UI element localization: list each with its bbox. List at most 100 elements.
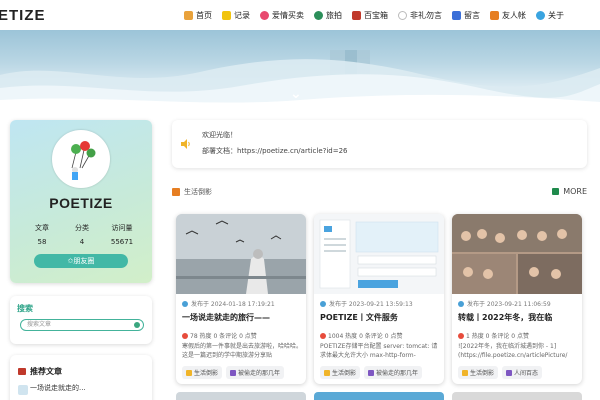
nav-item-message[interactable]: 留言 (452, 10, 480, 21)
tag-icon (506, 369, 513, 376)
nav-item-label: 非礼勿言 (410, 10, 442, 20)
article-card-partial[interactable] (314, 392, 444, 400)
stat-visits: 访问量 55671 (104, 223, 140, 246)
heat-icon (320, 332, 326, 339)
stat-value: 4 (79, 238, 85, 246)
tag-label: 人间百态 (514, 370, 539, 377)
search-title: 搜索 (17, 304, 33, 313)
article-counts-text: 1004 热度 0 条评论 0 点赞 (328, 333, 403, 340)
article-date-text: 发布于 2024-01-18 17:19:21 (191, 301, 275, 308)
article-counts: 1004 热度 0 条评论 0 点赞 (320, 331, 402, 340)
tag-icon (230, 369, 237, 376)
article-card[interactable]: 发布于 2024-01-18 17:19:21 一场说走就走的旅行—— 78 热… (176, 214, 306, 384)
toolbox-icon (352, 10, 361, 20)
nav-item-record[interactable]: 记录 (222, 10, 250, 21)
nav-item-home[interactable]: 首页 (184, 10, 212, 21)
search-card: 搜索 搜索文章 (10, 296, 152, 344)
article-tags: 生活倒影 被偷走的那几年 (320, 366, 426, 379)
tag-label: 生活倒影 (332, 370, 357, 377)
tag-label: 生活倒影 (470, 370, 495, 377)
nav-item-friends[interactable]: 友人帐 (490, 10, 526, 21)
stat-label: 访问量 (111, 224, 133, 232)
nav-item-love[interactable]: 爱情买卖 (260, 10, 304, 21)
more-icon (552, 188, 560, 195)
article-title[interactable]: POETIZE丨文件服务 (320, 312, 442, 323)
nav-item-about[interactable]: 关于 (536, 10, 564, 21)
tag-topic[interactable]: 人间百态 (502, 366, 543, 379)
chat-bubble-icon (398, 10, 407, 20)
article-title[interactable]: 一场说走就走的旅行—— (182, 312, 304, 323)
recommended-title-label: 推荐文章 (30, 367, 62, 376)
article-card-partial[interactable] (176, 392, 306, 400)
nav-item-label: 留言 (464, 10, 480, 20)
article-card[interactable]: 发布于 2023-09-21 11:06:59 转载丨2022年冬，我在临 1 … (452, 214, 582, 384)
top-navbar: ETIZE 首页 记录 爱情买卖 旅拍 百宝箱 非礼勿言 留言 友人帐 关于 (0, 0, 600, 30)
tag-category[interactable]: 生活倒影 (458, 366, 499, 379)
tag-topic[interactable]: 被偷走的那几年 (364, 366, 423, 379)
nav-item-chat[interactable]: 非礼勿言 (398, 10, 442, 21)
article-date-text: 发布于 2023-09-21 11:06:59 (467, 301, 551, 308)
search-input[interactable]: 搜索文章 (20, 319, 144, 331)
search-icon[interactable] (134, 322, 140, 328)
article-cover-image[interactable] (314, 214, 444, 294)
friend-circle-button[interactable]: ✩朋友圈 (34, 254, 128, 268)
nav-item-toolbox[interactable]: 百宝箱 (352, 10, 388, 21)
clock-icon (458, 300, 464, 307)
chevron-down-icon[interactable]: ⌄ (290, 86, 302, 102)
book-icon (18, 368, 26, 375)
more-link[interactable]: MORE (552, 187, 587, 196)
announcement-link[interactable]: 部署文档：https://poetize.cn/article?id=26 (202, 146, 348, 156)
stat-articles: 文章 58 (24, 223, 60, 246)
nav-item-label: 旅拍 (326, 10, 342, 20)
nav-item-label: 关于 (548, 10, 564, 20)
tag-category[interactable]: 生活倒影 (320, 366, 361, 379)
message-icon (452, 10, 461, 20)
nav-item-label: 友人帐 (502, 10, 526, 20)
tag-category[interactable]: 生活倒影 (182, 366, 223, 379)
stat-value: 55671 (110, 238, 134, 246)
more-label: MORE (563, 187, 587, 196)
article-cover-image[interactable] (176, 214, 306, 294)
nav-item-travel[interactable]: 旅拍 (314, 10, 342, 21)
tag-label: 生活倒影 (194, 370, 219, 377)
article-card[interactable]: 发布于 2023-09-21 13:59:13 POETIZE丨文件服务 100… (314, 214, 444, 384)
site-logo[interactable]: ETIZE (0, 7, 46, 24)
home-icon (184, 10, 193, 20)
section-title: 生活倒影 (172, 187, 212, 197)
nav-item-label: 首页 (196, 10, 212, 20)
nav-menu: 首页 记录 爱情买卖 旅拍 百宝箱 非礼勿言 留言 友人帐 关于 (184, 0, 574, 30)
announcement-line: 欢迎光临！ (202, 131, 237, 139)
article-date: 发布于 2024-01-18 17:19:21 (182, 299, 275, 308)
about-icon (536, 10, 545, 20)
nav-item-label: 百宝箱 (364, 10, 388, 20)
profile-stats: 文章 58 分类 4 访问量 55671 (24, 223, 140, 246)
article-date: 发布于 2023-09-21 11:06:59 (458, 299, 551, 308)
article-date: 发布于 2023-09-21 13:59:13 (320, 299, 413, 308)
recommended-title: 推荐文章 (18, 366, 62, 377)
article-tags: 生活倒影 人间百态 (458, 366, 546, 379)
friends-icon (490, 10, 499, 20)
hero-banner: ⌄ (0, 30, 600, 110)
article-counts: 78 热度 0 条评论 0 点赞 (182, 331, 257, 340)
tag-topic[interactable]: 被偷走的那几年 (226, 366, 285, 379)
search-placeholder: 搜索文章 (27, 321, 52, 328)
tag-icon (368, 369, 375, 376)
section-header: 生活倒影 MORE (172, 187, 587, 199)
folder-icon (324, 369, 330, 376)
stat-label: 分类 (75, 224, 89, 232)
article-tags: 生活倒影 被偷走的那几年 (182, 366, 288, 379)
article-thumbnail[interactable] (18, 385, 28, 395)
tag-label: 被偷走的那几年 (376, 370, 419, 377)
article-title[interactable]: 转载丨2022年冬，我在临 (458, 312, 580, 323)
article-counts-text: 78 热度 0 条评论 0 点赞 (190, 333, 257, 340)
clock-icon (182, 300, 188, 307)
recommended-item[interactable]: 一场说走就走的... (30, 383, 86, 393)
article-card-partial[interactable] (452, 392, 582, 400)
heart-icon (260, 10, 269, 20)
notebook-icon (222, 10, 231, 20)
nav-item-label: 爱情买卖 (272, 10, 304, 20)
article-cover-image[interactable] (452, 214, 582, 294)
avatar (52, 130, 110, 188)
tag-label: 被偷走的那几年 (238, 370, 281, 377)
profile-name: POETIZE (49, 195, 113, 211)
